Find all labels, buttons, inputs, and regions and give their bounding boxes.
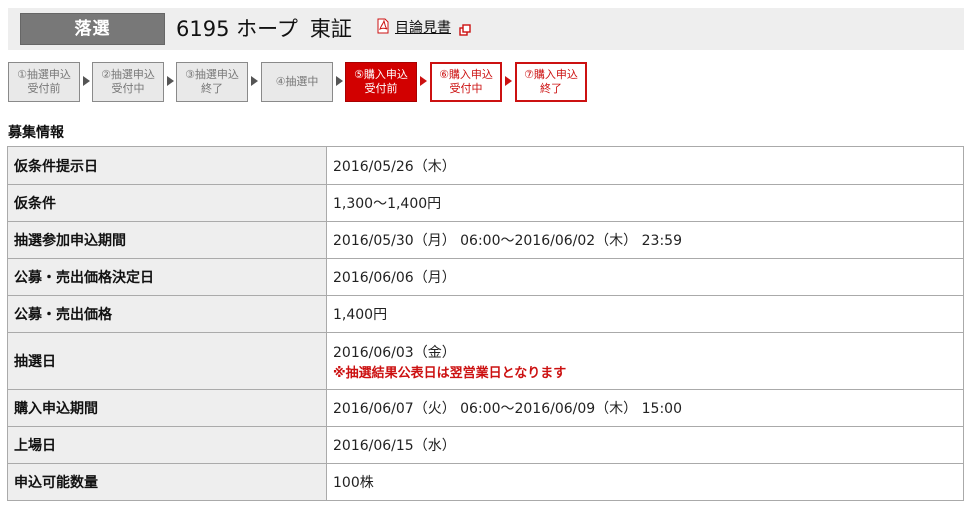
step-arrow-icon <box>167 76 174 86</box>
table-row: 上場日 2016/06/15（水） <box>7 426 964 464</box>
header-bar: 落選 6195 ホープ 東証 目論見書 <box>8 8 964 50</box>
ipo-detail-page: 落選 6195 ホープ 東証 目論見書 ①抽選申込 受付前 ②抽選申込 受付中 ③… <box>0 0 975 510</box>
company-name: ホープ <box>236 17 298 41</box>
table-row: 仮条件提示日 2016/05/26（木） <box>7 146 964 185</box>
row-value: 2016/06/15（水） <box>326 426 964 464</box>
row-label: 購入申込期間 <box>7 389 327 427</box>
row-value: 1,300〜1,400円 <box>326 184 964 222</box>
row-label: 上場日 <box>7 426 327 464</box>
lottery-note: ※抽選結果公表日は翌営業日となります <box>333 365 567 381</box>
progress-steps: ①抽選申込 受付前 ②抽選申込 受付中 ③抽選申込 終了 ④抽選中 ⑤購入申込 … <box>8 62 968 104</box>
table-row: 仮条件 1,300〜1,400円 <box>7 184 964 222</box>
external-window-icon[interactable] <box>459 21 471 36</box>
step-2: ②抽選申込 受付中 <box>92 62 164 102</box>
row-label: 公募・売出価格決定日 <box>7 258 327 296</box>
step-7: ⑦購入申込 終了 <box>515 62 587 102</box>
step-arrow-icon <box>336 76 343 86</box>
row-label: 抽選日 <box>7 332 327 390</box>
row-label: 申込可能数量 <box>7 463 327 501</box>
row-value: 2016/06/06（月） <box>326 258 964 296</box>
row-label: 抽選参加申込期間 <box>7 221 327 259</box>
lottery-date: 2016/06/03（金） <box>333 344 456 361</box>
step-arrow-icon <box>420 76 427 86</box>
table-row: 抽選参加申込期間 2016/05/30（月） 06:00〜2016/06/02（… <box>7 221 964 259</box>
step-arrow-icon <box>505 76 512 86</box>
row-value: 1,400円 <box>326 295 964 333</box>
pdf-icon[interactable] <box>376 18 390 34</box>
step-arrow-icon <box>251 76 258 86</box>
table-row: 抽選日 2016/06/03（金） ※抽選結果公表日は翌営業日となります <box>7 332 964 390</box>
step-4: ④抽選中 <box>261 62 333 102</box>
row-value: 2016/05/30（月） 06:00〜2016/06/02（木） 23:59 <box>326 221 964 259</box>
offering-info-table: 仮条件提示日 2016/05/26（木） 仮条件 1,300〜1,400円 抽選… <box>7 146 964 501</box>
step-3: ③抽選申込 終了 <box>176 62 248 102</box>
step-5: ⑤購入申込 受付前 <box>345 62 417 102</box>
page-title: 6195 ホープ 東証 <box>176 8 352 50</box>
row-value: 2016/06/07（火） 06:00〜2016/06/09（木） 15:00 <box>326 389 964 427</box>
table-row: 公募・売出価格 1,400円 <box>7 295 964 333</box>
table-row: 購入申込期間 2016/06/07（火） 06:00〜2016/06/09（木）… <box>7 389 964 427</box>
step-6: ⑥購入申込 受付中 <box>430 62 502 102</box>
prospectus-link[interactable]: 目論見書 <box>395 17 451 37</box>
table-row: 申込可能数量 100株 <box>7 463 964 501</box>
section-title: 募集情報 <box>8 125 64 141</box>
row-label: 公募・売出価格 <box>7 295 327 333</box>
table-row: 公募・売出価格決定日 2016/06/06（月） <box>7 258 964 296</box>
status-badge: 落選 <box>20 13 165 45</box>
row-label: 仮条件提示日 <box>7 146 327 185</box>
step-1: ①抽選申込 受付前 <box>8 62 80 102</box>
row-label: 仮条件 <box>7 184 327 222</box>
step-arrow-icon <box>83 76 90 86</box>
market-name: 東証 <box>309 17 352 41</box>
row-value: 100株 <box>326 463 964 501</box>
row-value: 2016/05/26（木） <box>326 146 964 185</box>
row-value: 2016/06/03（金） ※抽選結果公表日は翌営業日となります <box>326 332 964 390</box>
stock-code: 6195 <box>176 17 230 41</box>
